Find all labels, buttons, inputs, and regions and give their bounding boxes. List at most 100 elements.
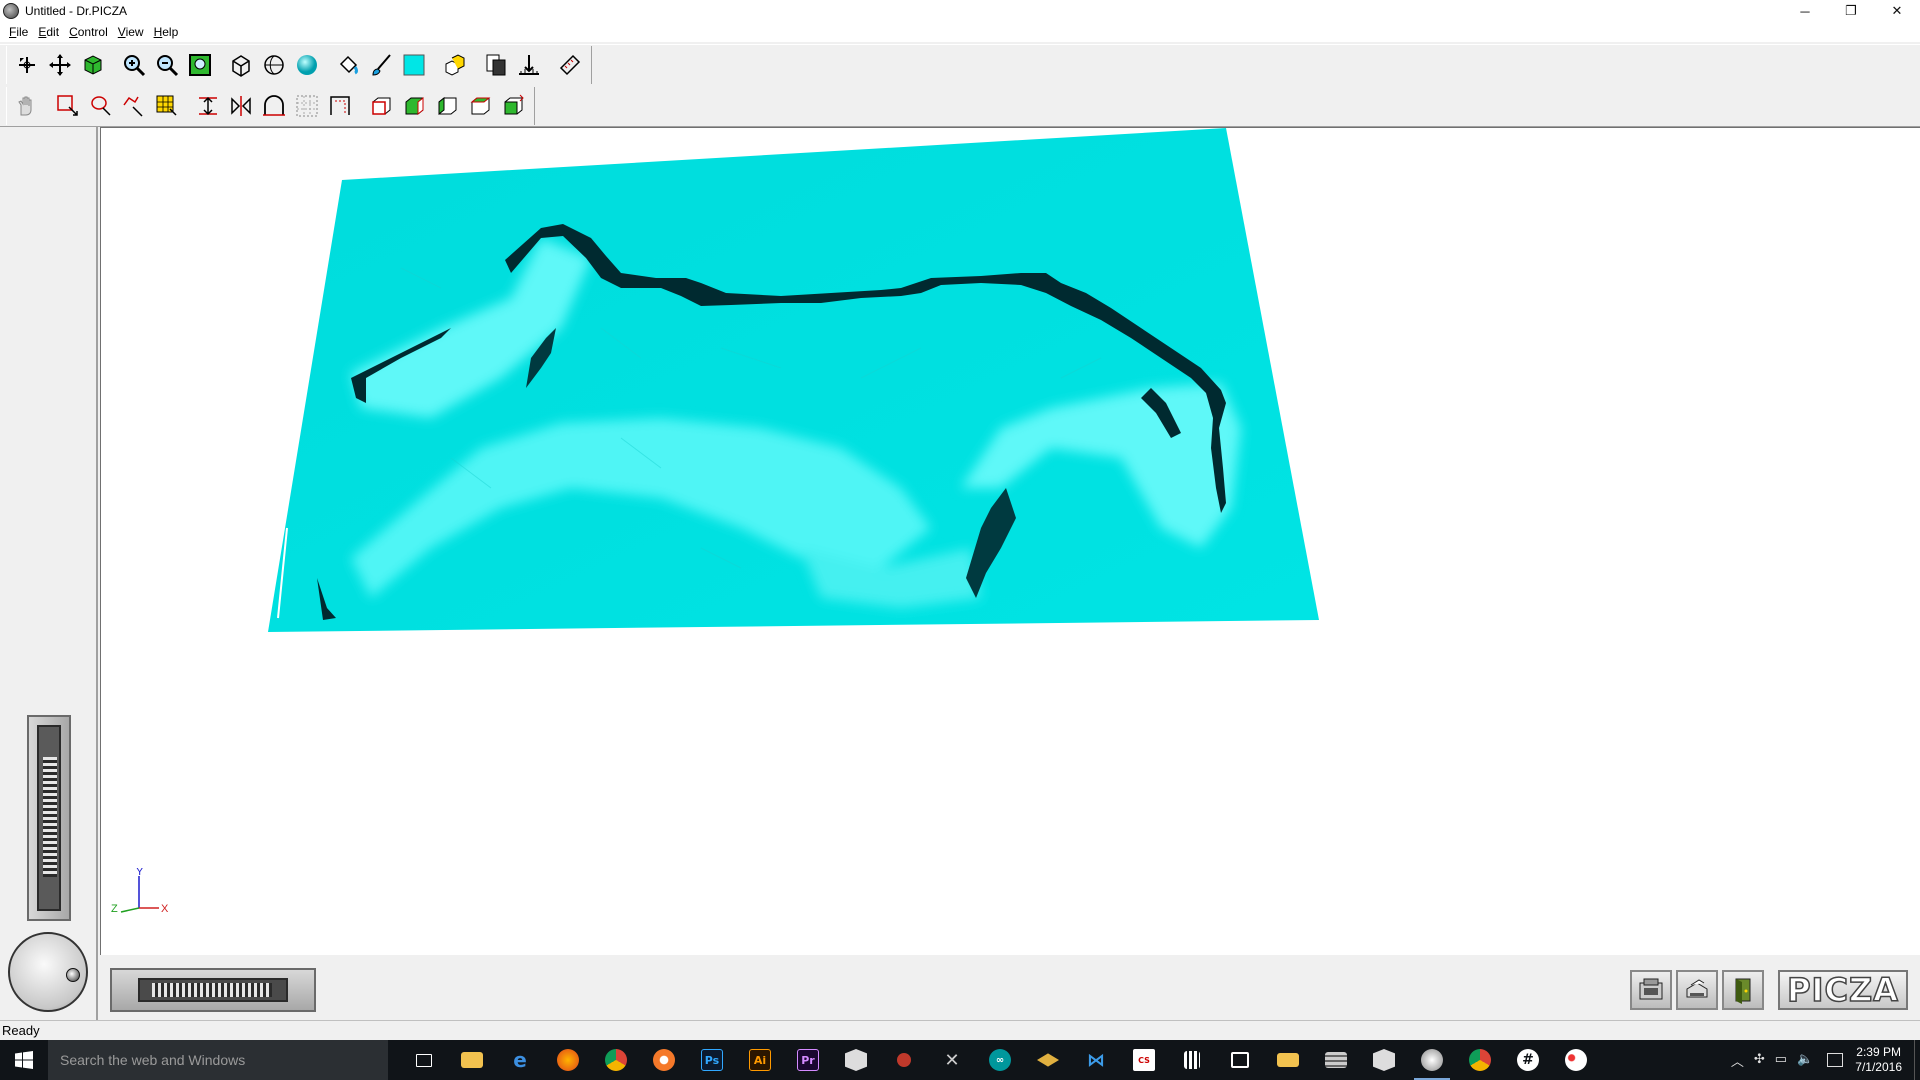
minimize-button[interactable]: ─	[1782, 0, 1828, 22]
toolbar-group	[6, 87, 535, 125]
box-front-button[interactable]	[365, 90, 397, 122]
taskbar-illustrator[interactable]: Ai	[736, 1040, 784, 1080]
mirror-horizontal-button[interactable]	[225, 90, 257, 122]
edge-icon: e	[513, 1048, 527, 1072]
taskbar-app-box2[interactable]	[1360, 1040, 1408, 1080]
zoom-out-button[interactable]	[151, 49, 183, 81]
taskbar-arduino[interactable]: ∞	[976, 1040, 1024, 1080]
rect-select-icon	[57, 95, 78, 116]
print-button[interactable]	[1676, 970, 1718, 1010]
taskbar-chrome-2[interactable]	[1456, 1040, 1504, 1080]
calculator-icon	[1184, 1051, 1200, 1069]
horizontal-slider[interactable]	[110, 968, 316, 1012]
clock[interactable]: 2:39 PM 7/1/2016	[1855, 1045, 1902, 1075]
box-stack-button[interactable]	[439, 49, 471, 81]
shaded-sphere-button[interactable]	[291, 49, 323, 81]
box-top-icon	[470, 97, 491, 115]
box-back-button[interactable]	[431, 90, 463, 122]
magic-select-button[interactable]	[118, 90, 150, 122]
taskbar-file-explorer[interactable]	[448, 1040, 496, 1080]
depth-button[interactable]	[513, 49, 545, 81]
rect-select-button[interactable]	[52, 90, 84, 122]
zoom-in-button[interactable]	[118, 49, 150, 81]
slider-grip[interactable]	[43, 757, 57, 877]
box-rotate-button[interactable]	[497, 90, 529, 122]
taskbar-eagle[interactable]: CS	[1120, 1040, 1168, 1080]
machine-button[interactable]	[1630, 970, 1672, 1010]
wireframe-button[interactable]	[225, 49, 257, 81]
select-rotate-button[interactable]	[11, 49, 43, 81]
taskbar-drpicza[interactable]	[1408, 1040, 1456, 1080]
taskbar-premiere[interactable]: Pr	[784, 1040, 832, 1080]
taskbar-app-film[interactable]	[1312, 1040, 1360, 1080]
taskbar-slack[interactable]: #	[1504, 1040, 1552, 1080]
menu-file[interactable]: File	[4, 25, 33, 39]
taskbar-vscode[interactable]: ⋈	[1072, 1040, 1120, 1080]
volume-icon[interactable]: 🔈	[1797, 1051, 1813, 1070]
grid-select-button[interactable]	[151, 90, 183, 122]
taskbar-app-cap[interactable]	[1024, 1040, 1072, 1080]
chevron-up-icon[interactable]: ︿	[1731, 1051, 1744, 1070]
show-desktop-button[interactable]	[1914, 1040, 1920, 1080]
taskbar-calculator[interactable]	[1168, 1040, 1216, 1080]
wireframe-icon	[232, 54, 250, 77]
network-icon[interactable]: ▭	[1775, 1051, 1787, 1070]
restore-button[interactable]: ❐	[1828, 0, 1874, 22]
zoom-out-icon	[157, 54, 179, 76]
menu-control[interactable]: Control	[64, 25, 113, 39]
arch-button[interactable]	[258, 90, 290, 122]
edge-highlight	[282, 387, 288, 391]
brush-button[interactable]	[365, 49, 397, 81]
color-swatch-button[interactable]	[398, 49, 430, 81]
hand-button[interactable]	[11, 90, 43, 122]
close-button[interactable]: ✕	[1874, 0, 1920, 22]
paint-bucket-button[interactable]	[332, 49, 364, 81]
taskbar-photoshop[interactable]: Ps	[688, 1040, 736, 1080]
menu-help[interactable]: Help	[149, 25, 184, 39]
vertical-zoom-slider[interactable]	[27, 715, 71, 921]
dropbox-icon[interactable]: ✣	[1754, 1051, 1765, 1070]
box-top-button[interactable]	[464, 90, 496, 122]
taskbar-blender[interactable]	[640, 1040, 688, 1080]
zoom-fit-button[interactable]	[184, 49, 216, 81]
slider-track	[37, 725, 61, 911]
box-side-icon	[405, 96, 424, 116]
box-back-icon	[438, 96, 457, 116]
ruler-button[interactable]	[554, 49, 586, 81]
cube-button[interactable]	[77, 49, 109, 81]
taskbar-calendar[interactable]	[1216, 1040, 1264, 1080]
window-controls: ─ ❐ ✕	[1782, 0, 1920, 22]
rotation-dial[interactable]	[8, 932, 88, 1012]
hidden-line-button[interactable]	[258, 49, 290, 81]
notifications-icon[interactable]	[1827, 1053, 1844, 1067]
taskbar-firefox[interactable]	[544, 1040, 592, 1080]
taskbar-app-box[interactable]	[832, 1040, 880, 1080]
box-side-button[interactable]	[398, 90, 430, 122]
taskbar-app-printer[interactable]	[1264, 1040, 1312, 1080]
lasso-select-button[interactable]	[85, 90, 117, 122]
clock-date: 7/1/2016	[1855, 1060, 1902, 1074]
menu-edit[interactable]: Edit	[33, 25, 64, 39]
mirror-vertical-button[interactable]	[192, 90, 224, 122]
task-view-button[interactable]	[400, 1040, 448, 1080]
move-button[interactable]	[44, 49, 76, 81]
start-button[interactable]	[0, 1040, 48, 1080]
slider-grip[interactable]	[152, 983, 272, 997]
taskbar-edge[interactable]: e	[496, 1040, 544, 1080]
windows-logo-icon	[15, 1051, 33, 1069]
windows-taskbar: Search the web and Windows e Ps Ai Pr ✕ …	[0, 1040, 1920, 1080]
taskbar-app-red[interactable]	[880, 1040, 928, 1080]
frame-button[interactable]	[324, 90, 356, 122]
dial-knob[interactable]	[66, 968, 80, 982]
taskbar-chrome[interactable]	[592, 1040, 640, 1080]
grid-button[interactable]	[291, 90, 323, 122]
taskbar-app-tool[interactable]: ✕	[928, 1040, 976, 1080]
copy-page-button[interactable]	[480, 49, 512, 81]
taskbar-paint[interactable]	[1552, 1040, 1600, 1080]
exit-button[interactable]	[1722, 970, 1764, 1010]
3d-viewport[interactable]: Y X Z	[100, 127, 1920, 955]
search-placeholder: Search the web and Windows	[60, 1052, 246, 1068]
menu-view[interactable]: View	[113, 25, 149, 39]
taskbar-search[interactable]: Search the web and Windows	[48, 1040, 388, 1080]
visual-studio-icon: ⋈	[1087, 1049, 1105, 1071]
